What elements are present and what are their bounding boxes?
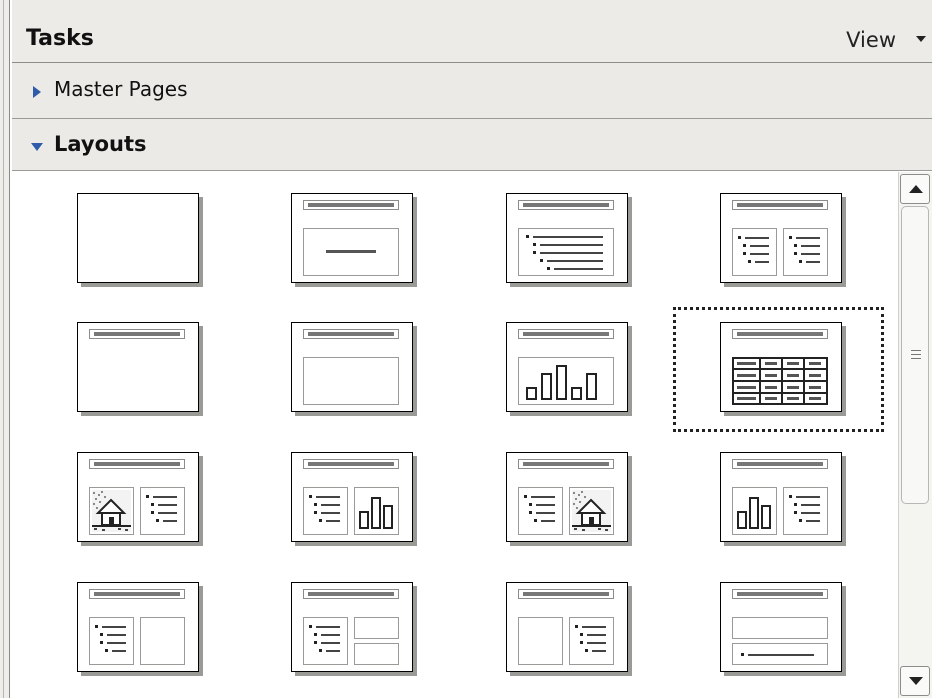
view-menu-button[interactable]: View xyxy=(846,28,896,52)
layout-title-slide[interactable] xyxy=(291,193,413,283)
layout-title-2-content[interactable] xyxy=(720,193,842,283)
layout-title-content-over-content[interactable] xyxy=(291,582,413,672)
content-top-right-placeholder xyxy=(354,617,399,639)
content-left-placeholder xyxy=(89,617,134,665)
chart-placeholder xyxy=(732,487,777,535)
title-placeholder xyxy=(303,589,399,599)
layout-title-chart-content[interactable] xyxy=(720,452,842,542)
master-pages-label[interactable]: Master Pages xyxy=(54,77,188,101)
chart-placeholder xyxy=(518,357,614,405)
subtitle-placeholder xyxy=(303,228,399,276)
title-placeholder xyxy=(89,329,185,339)
content-top-placeholder xyxy=(732,617,828,639)
title-placeholder xyxy=(303,459,399,469)
vertical-scrollbar[interactable] xyxy=(898,172,932,698)
house-clipart-icon xyxy=(92,490,131,532)
layout-title-table[interactable] xyxy=(720,322,842,412)
chart-placeholder xyxy=(354,487,399,535)
layout-title-chart[interactable] xyxy=(506,322,628,412)
grip-line xyxy=(911,358,921,359)
content-placeholder xyxy=(140,487,185,535)
scroll-down-icon[interactable] xyxy=(900,666,930,696)
content-placeholder xyxy=(518,487,563,535)
layout-title-only[interactable] xyxy=(77,322,199,412)
title-placeholder xyxy=(732,329,828,339)
content-placeholder xyxy=(518,228,614,276)
layouts-header[interactable]: Layouts xyxy=(12,119,932,171)
chevron-down-icon[interactable] xyxy=(916,36,926,42)
content-right-placeholder xyxy=(783,228,828,276)
clipart-placeholder xyxy=(89,487,134,535)
title-placeholder xyxy=(303,200,399,210)
layout-title-clipart-content[interactable] xyxy=(77,452,199,542)
content-left-placeholder xyxy=(303,617,348,665)
content-placeholder xyxy=(783,487,828,535)
dock-edge xyxy=(0,0,10,698)
content-left-placeholder xyxy=(518,617,563,665)
triangle-right-icon[interactable] xyxy=(33,86,41,98)
layout-title-content[interactable] xyxy=(506,193,628,283)
layout-grid xyxy=(12,171,896,698)
layout-centered-text[interactable] xyxy=(291,322,413,412)
text-placeholder xyxy=(303,357,399,405)
clipart-placeholder xyxy=(569,487,614,535)
grip-line xyxy=(911,354,921,355)
title-placeholder xyxy=(732,200,828,210)
layout-title-content-chart[interactable] xyxy=(291,452,413,542)
scroll-up-icon[interactable] xyxy=(900,174,930,204)
title-placeholder xyxy=(303,329,399,339)
title-placeholder xyxy=(732,589,828,599)
panel-title: Tasks xyxy=(26,26,94,51)
content-placeholder xyxy=(303,487,348,535)
content-right-placeholder xyxy=(140,617,185,665)
triangle-down-icon[interactable] xyxy=(31,143,43,151)
content-bottom-placeholder xyxy=(732,643,828,665)
title-placeholder xyxy=(518,329,614,339)
content-left-placeholder xyxy=(732,228,777,276)
content-right-placeholder xyxy=(569,617,614,665)
title-placeholder xyxy=(518,200,614,210)
content-bottom-right-placeholder xyxy=(354,643,399,665)
scrollbar-thumb[interactable] xyxy=(901,206,929,504)
title-placeholder xyxy=(732,459,828,469)
layouts-label[interactable]: Layouts xyxy=(54,132,147,156)
table-placeholder xyxy=(732,357,828,405)
layout-blank-slide[interactable] xyxy=(77,193,199,283)
master-pages-header[interactable]: Master Pages xyxy=(12,63,932,119)
grip-line xyxy=(911,350,921,351)
tasks-panel: Tasks View Master Pages Layouts xyxy=(12,0,932,698)
layout-title-content-over-content-text[interactable] xyxy=(720,582,842,672)
title-placeholder xyxy=(89,589,185,599)
title-placeholder xyxy=(89,459,185,469)
layout-title-content-clipart[interactable] xyxy=(506,452,628,542)
layout-title-content-2-content[interactable] xyxy=(77,582,199,672)
title-placeholder xyxy=(518,589,614,599)
layout-title-2-content-and-content[interactable] xyxy=(506,582,628,672)
house-clipart-icon xyxy=(572,490,611,532)
title-placeholder xyxy=(518,459,614,469)
